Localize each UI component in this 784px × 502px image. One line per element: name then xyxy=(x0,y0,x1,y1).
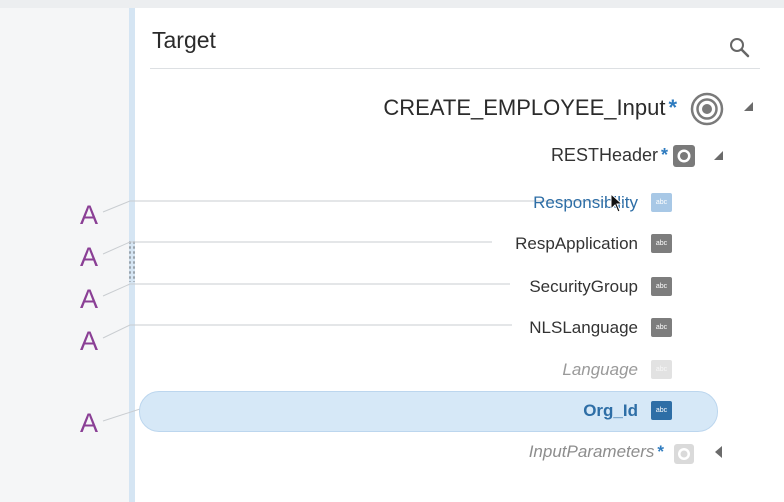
string-type-icon: abc xyxy=(651,360,672,379)
field-nlslanguage[interactable]: NLSLanguage xyxy=(529,318,638,338)
collapse-restheader-icon[interactable] xyxy=(714,151,723,160)
mapping-marker[interactable]: A xyxy=(80,284,98,315)
inputparameters-label: InputParameters xyxy=(528,442,655,461)
tree-node-root[interactable]: CREATE_EMPLOYEE_Input * xyxy=(383,95,677,121)
mapping-line-securitygroup xyxy=(102,283,131,297)
header-divider xyxy=(150,68,760,69)
mapping-line-respapplication xyxy=(102,241,131,255)
string-type-icon: abc xyxy=(651,401,672,420)
mapping-marker[interactable]: A xyxy=(80,326,98,357)
tree-node-restheader[interactable]: RESTHeader * xyxy=(551,145,668,166)
tree-node-inputparameters[interactable]: InputParameters * xyxy=(529,442,664,462)
field-respapplication[interactable]: RespApplication xyxy=(515,234,638,254)
required-marker: * xyxy=(668,95,677,120)
mapping-marker[interactable]: A xyxy=(80,242,98,273)
element-icon xyxy=(674,444,694,464)
restheader-label: RESTHeader xyxy=(550,145,658,165)
required-marker: * xyxy=(657,442,664,461)
string-type-icon: abc xyxy=(651,193,672,212)
mapping-line-responsibility xyxy=(102,200,131,213)
collapse-root-icon[interactable] xyxy=(744,102,753,111)
string-type-icon: abc xyxy=(651,234,672,253)
mapping-line-orgid xyxy=(102,408,141,422)
target-icon xyxy=(690,92,724,126)
panel-title: Target xyxy=(152,27,216,53)
required-marker: * xyxy=(660,145,668,165)
field-securitygroup[interactable]: SecurityGroup xyxy=(529,277,638,297)
string-type-icon: abc xyxy=(651,277,672,296)
element-icon xyxy=(673,145,695,167)
mapping-line-nlslanguage xyxy=(102,324,131,339)
mouse-cursor-icon xyxy=(610,193,624,213)
mapping-marker[interactable]: A xyxy=(80,200,98,231)
mapping-marker[interactable]: A xyxy=(80,408,98,439)
root-label: CREATE_EMPLOYEE_Input xyxy=(383,95,666,120)
field-language[interactable]: Language xyxy=(562,360,638,380)
search-icon[interactable] xyxy=(728,36,752,60)
expand-inputparameters-icon[interactable] xyxy=(715,446,722,458)
string-type-icon: abc xyxy=(651,318,672,337)
field-org-id[interactable]: Org_Id xyxy=(583,401,638,421)
